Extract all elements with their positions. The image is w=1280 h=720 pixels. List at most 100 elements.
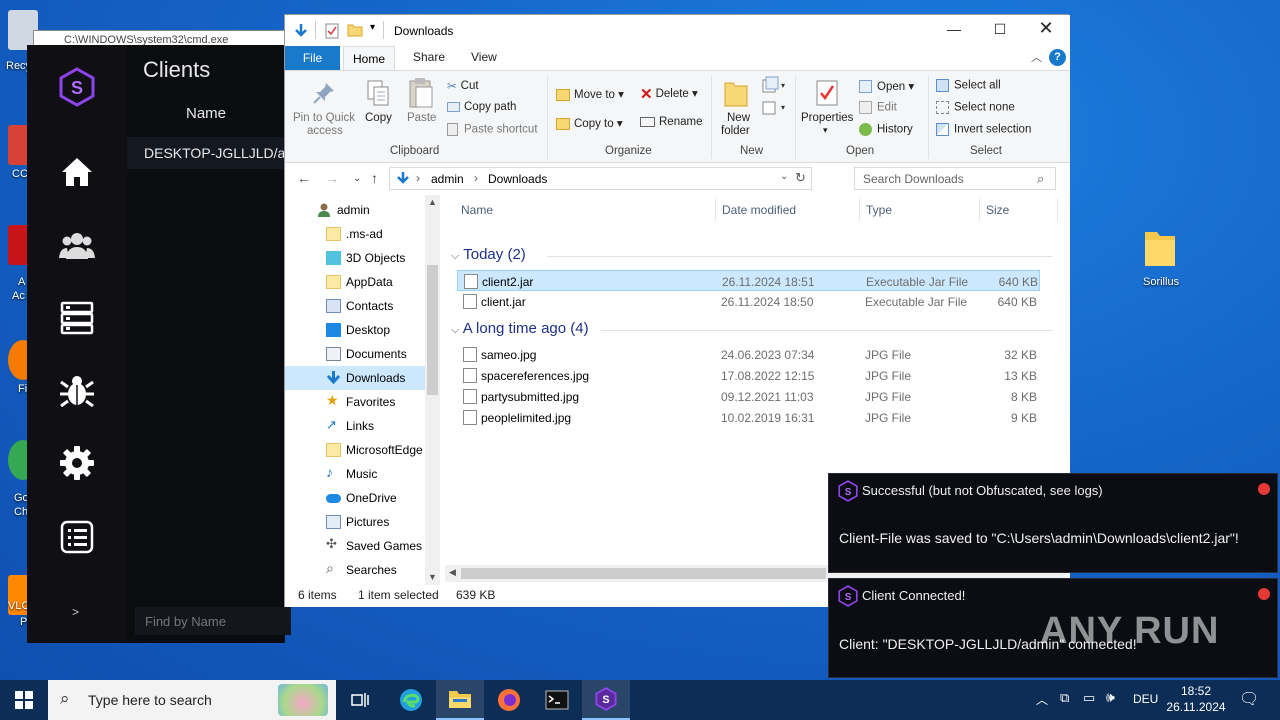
language-indicator[interactable]: DEU (1133, 692, 1158, 706)
tab-home[interactable]: Home (343, 46, 395, 71)
nav-item-desktop[interactable]: Desktop (285, 318, 425, 342)
recent-locations-button[interactable]: ⌄ (353, 173, 361, 184)
nav-item-favorites[interactable]: ★ Favorites (285, 390, 425, 414)
file-row[interactable]: client2.jar 26.11.2024 18:51 Executable … (457, 270, 1040, 291)
expand-sidebar-button[interactable]: > (72, 605, 79, 619)
select-none-button[interactable]: Select none (954, 102, 1015, 114)
copy-path-button[interactable]: Copy path (464, 101, 516, 113)
find-by-name-input[interactable]: Find by Name (135, 607, 291, 635)
history-button[interactable]: History (877, 124, 913, 136)
file-row[interactable]: partysubmitted.jpg 09.12.2021 11:03 JPG … (457, 386, 1040, 407)
collapse-ribbon-icon[interactable]: ︿ (1031, 49, 1042, 65)
forward-button[interactable]: → (325, 170, 339, 186)
column-header-size[interactable]: Size (986, 203, 1009, 217)
task-view-button[interactable] (336, 680, 384, 720)
nav-item-downloads[interactable]: Downloads (285, 366, 425, 390)
file-row[interactable]: spacereferences.jpg 17.08.2022 12:15 JPG… (457, 365, 1040, 386)
list-icon[interactable] (57, 517, 97, 557)
paste-button[interactable]: Paste (407, 112, 436, 124)
tab-view[interactable]: View (471, 50, 497, 64)
new-folder-label-1[interactable]: New (727, 112, 750, 124)
explorer-titlebar[interactable]: ▾ Downloads — ☐ ✕ (285, 15, 1070, 46)
column-header-name[interactable]: Name (461, 203, 493, 217)
volume-icon[interactable]: 🕪 (1106, 689, 1115, 706)
properties-qa-icon[interactable] (325, 23, 339, 39)
new-folder-label-2[interactable]: folder (721, 125, 750, 137)
pin-quick-access-label-2[interactable]: access (307, 125, 343, 137)
group-header-today[interactable]: ⌵ Today (2) (451, 246, 1052, 263)
home-icon[interactable] (57, 152, 97, 192)
nav-scroll-thumb[interactable] (427, 265, 438, 395)
network-tray-icon[interactable]: ⧉ (1060, 690, 1069, 706)
nav-scrollbar[interactable]: ▲ ▼ (425, 195, 440, 585)
refresh-icon[interactable]: ↻ (795, 170, 806, 186)
minimize-button[interactable]: — (931, 21, 977, 37)
help-icon[interactable]: ? (1049, 49, 1066, 66)
cut-button[interactable]: Cut (461, 80, 479, 92)
breadcrumb-downloads[interactable]: Downloads (488, 172, 547, 186)
scroll-left-icon[interactable]: ◀ (449, 567, 456, 578)
client-row[interactable]: DESKTOP-JGLLJLD/a... (127, 137, 285, 169)
toast-success[interactable]: S Successful (but not Obfuscated, see lo… (828, 473, 1278, 573)
pin-quick-access-label-1[interactable]: Pin to Quick (293, 112, 355, 124)
gear-icon[interactable] (57, 443, 97, 483)
file-list-hscroll-thumb[interactable] (461, 568, 826, 579)
nav-item-contacts[interactable]: Contacts (285, 294, 425, 318)
up-button[interactable]: ↑ (371, 170, 378, 186)
bug-icon[interactable] (57, 370, 97, 410)
tab-file[interactable]: File (285, 46, 340, 70)
taskbar-search-input[interactable]: ⌕ Type here to search (48, 680, 336, 720)
toast-close-button[interactable] (1258, 588, 1270, 600)
nav-item-3d-objects[interactable]: 3D Objects (285, 246, 425, 270)
file-row[interactable]: peoplelimited.jpg 10.02.2019 16:31 JPG F… (457, 407, 1040, 428)
nav-item-ms-ad[interactable]: .ms-ad (285, 222, 425, 246)
nav-item-saved-games[interactable]: ✣ Saved Games (285, 534, 425, 558)
copy-to-button[interactable]: Copy to (574, 118, 614, 130)
edit-button[interactable]: Edit (877, 102, 897, 114)
nav-item-searches[interactable]: ⌕ Searches (285, 558, 425, 582)
paste-shortcut-button[interactable]: Paste shortcut (464, 124, 538, 136)
move-to-button[interactable]: Move to (574, 89, 615, 101)
column-header-type[interactable]: Type (866, 203, 892, 217)
group-header-long-ago[interactable]: ⌵ A long time ago (4) (451, 320, 1052, 337)
address-dropdown-icon[interactable]: ⌄ (780, 171, 788, 182)
nav-item-admin[interactable]: admin (285, 198, 425, 222)
notifications-icon[interactable]: 🗨 (1239, 689, 1259, 709)
nav-item-links[interactable]: ↗ Links (285, 414, 425, 438)
scroll-down-icon[interactable]: ▼ (428, 572, 437, 582)
scroll-up-icon[interactable]: ▲ (428, 197, 437, 207)
nav-item-appdata[interactable]: AppData (285, 270, 425, 294)
tab-share[interactable]: Share (413, 50, 445, 64)
file-row[interactable]: client.jar 26.11.2024 18:50 Executable J… (457, 291, 1040, 312)
toast-close-button[interactable] (1258, 483, 1270, 495)
nav-item-onedrive[interactable]: OneDrive (285, 486, 425, 510)
rename-button[interactable]: Rename (659, 116, 702, 128)
back-button[interactable]: ← (297, 170, 311, 186)
clients-column-name[interactable]: Name (127, 105, 285, 122)
column-header-date[interactable]: Date modified (722, 203, 796, 217)
sorillus-taskbar-button[interactable]: S (582, 680, 630, 720)
firefox-taskbar-button[interactable] (485, 680, 533, 720)
cmd-taskbar-button[interactable] (533, 680, 581, 720)
nav-item-microsoftedge[interactable]: MicrosoftEdge (285, 438, 425, 462)
start-button[interactable] (0, 680, 48, 720)
properties-dropdown-icon[interactable]: ▾ (823, 125, 828, 136)
nav-item-documents[interactable]: Documents (285, 342, 425, 366)
breadcrumb-admin[interactable]: admin (431, 172, 464, 186)
users-icon[interactable] (57, 225, 97, 265)
servers-icon[interactable] (57, 298, 97, 338)
close-button[interactable]: ✕ (1023, 18, 1069, 39)
edge-taskbar-button[interactable] (387, 680, 435, 720)
nav-item-pictures[interactable]: Pictures (285, 510, 425, 534)
tray-expand-icon[interactable]: ︿ (1036, 691, 1048, 708)
display-tray-icon[interactable]: ▭ (1083, 690, 1095, 706)
new-item-icons[interactable]: ▾▾ (761, 76, 787, 116)
open-button[interactable]: Open (877, 81, 905, 93)
copy-button[interactable]: Copy (365, 112, 392, 124)
properties-button[interactable]: Properties (801, 112, 853, 124)
qa-dropdown-icon[interactable]: ▾ (370, 22, 375, 33)
delete-button[interactable]: Delete (656, 88, 689, 100)
explorer-taskbar-button[interactable] (436, 680, 484, 720)
maximize-button[interactable]: ☐ (977, 21, 1023, 38)
new-folder-qa-icon[interactable] (347, 23, 363, 37)
